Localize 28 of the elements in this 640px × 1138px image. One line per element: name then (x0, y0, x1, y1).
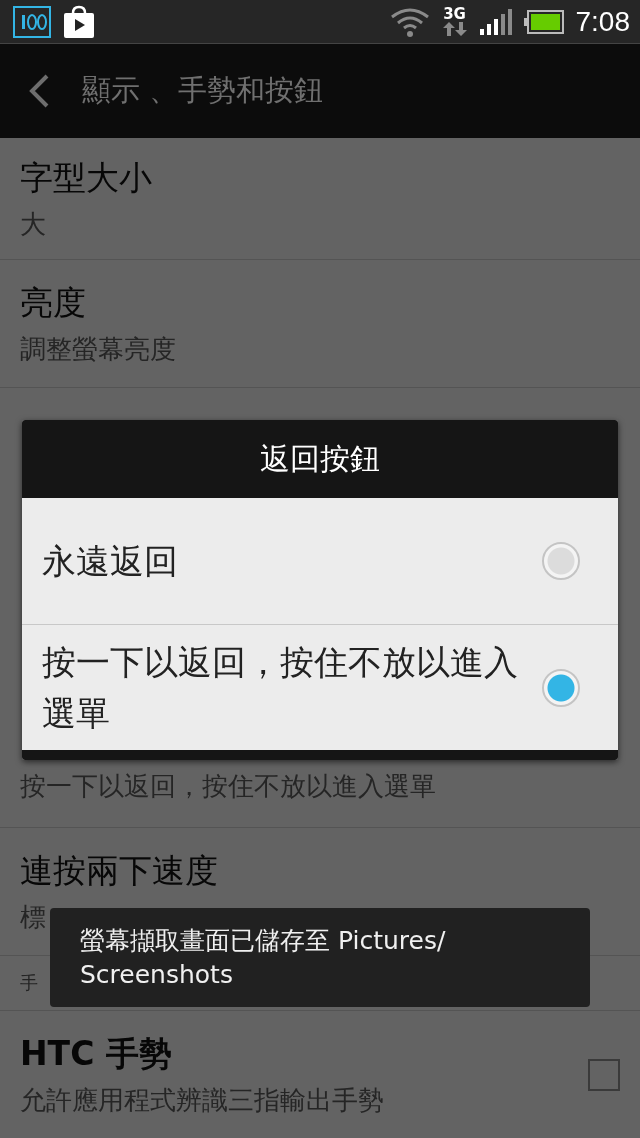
option-label: 按一下以返回，按住不放以進入選單 (42, 640, 519, 735)
checkbox[interactable] (588, 1059, 620, 1091)
setting-title: 連按兩下速度 (20, 849, 219, 892)
store-bag-icon (63, 4, 95, 39)
setting-title: 字型大小 (20, 156, 153, 199)
data-arrows-icon (441, 22, 468, 36)
clock: 7:08 (575, 5, 630, 38)
notification-icon (13, 5, 51, 38)
back-icon[interactable] (28, 74, 50, 108)
wifi-icon (389, 6, 430, 37)
screen-title: 顯示 、手勢和按鈕 (82, 72, 324, 109)
signal-icon (479, 8, 512, 35)
toast-message: 螢幕擷取畫面已儲存至 Pictures/ Screenshots (80, 924, 447, 991)
radio-option[interactable]: 永遠返回 (22, 498, 618, 624)
option-label: 永遠返回 (42, 539, 179, 583)
dialog-title: 返回按鈕 (260, 439, 380, 478)
battery-icon (523, 9, 564, 34)
setting-value: 允許應用程式辨識三指輸出手勢 (20, 1084, 385, 1117)
setting-title: 亮度 (20, 281, 87, 324)
setting-title: HTC 手勢 (20, 1033, 173, 1075)
setting-value: 標 (20, 900, 47, 934)
setting-value: 調整螢幕亮度 (20, 332, 177, 366)
setting-value: 按一下以返回，按住不放以進入選單 (20, 770, 437, 803)
section-header: 手 (20, 971, 38, 995)
radio-button[interactable] (542, 542, 580, 580)
network-type-label: 3G (443, 7, 466, 22)
radio-button[interactable] (542, 668, 580, 707)
setting-value: 大 (20, 207, 47, 241)
